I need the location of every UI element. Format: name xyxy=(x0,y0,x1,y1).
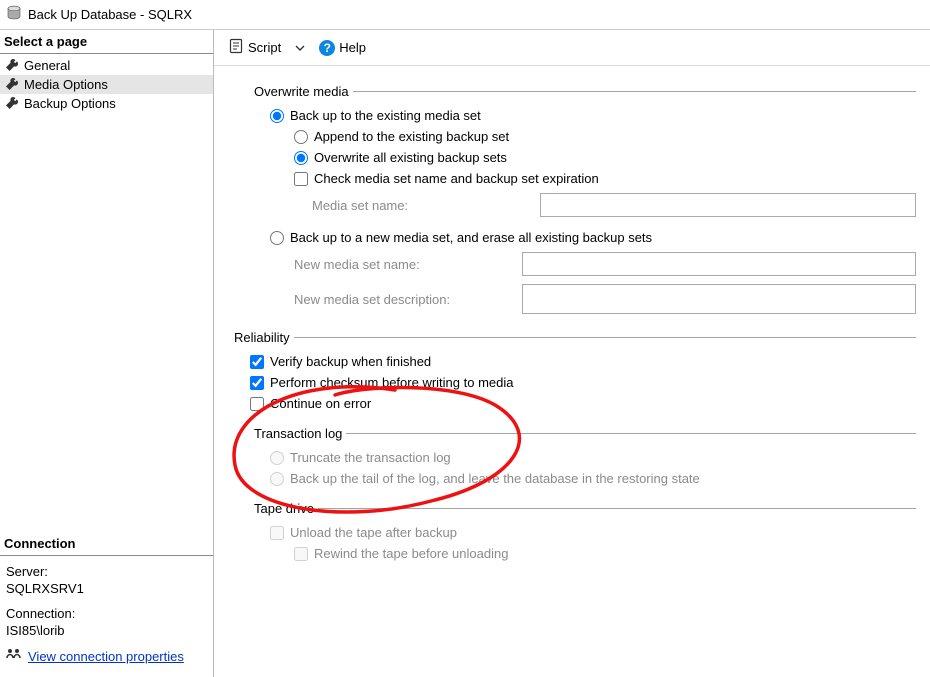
overwrite-media-legend: Overwrite media xyxy=(254,84,353,99)
connection-props-icon xyxy=(6,648,22,665)
new-media-name-label: New media set name: xyxy=(294,257,514,272)
check-perform-checksum[interactable]: Perform checksum before writing to media xyxy=(234,372,916,393)
script-icon xyxy=(228,38,244,57)
radio-new-media-set[interactable]: Back up to a new media set, and erase al… xyxy=(254,227,916,248)
toolbar: Script ? Help xyxy=(214,30,930,66)
content-area: Script ? Help Overwrite media Back up to… xyxy=(214,30,930,677)
new-media-desc-row: New media set description: xyxy=(254,280,916,318)
server-label: Server: xyxy=(4,562,209,581)
new-media-name-input[interactable] xyxy=(522,252,916,276)
sidebar: Select a page General Media Options Back… xyxy=(0,30,214,677)
help-button[interactable]: ? Help xyxy=(315,38,370,58)
select-page-heading: Select a page xyxy=(0,30,213,54)
transaction-log-legend: Transaction log xyxy=(254,426,346,441)
sidebar-item-media-options[interactable]: Media Options xyxy=(0,75,213,94)
help-button-label: Help xyxy=(339,40,366,55)
check-verify-backup[interactable]: Verify backup when finished xyxy=(234,351,916,372)
connection-info: Server: SQLRXSRV1 Connection: ISI85\lori… xyxy=(0,556,213,677)
radio-append-existing[interactable]: Append to the existing backup set xyxy=(254,126,916,147)
check-unload-tape: Unload the tape after backup xyxy=(254,522,916,543)
tape-drive-legend: Tape drive xyxy=(254,501,318,516)
sidebar-item-label: Backup Options xyxy=(24,96,116,111)
wrench-icon xyxy=(6,59,20,73)
media-set-name-input[interactable] xyxy=(540,193,916,217)
connection-label: Connection: xyxy=(4,604,209,623)
radio-truncate-log: Truncate the transaction log xyxy=(254,447,916,468)
database-icon xyxy=(6,5,28,24)
script-button[interactable]: Script xyxy=(224,36,285,59)
titlebar: Back Up Database - SQLRX xyxy=(0,0,930,30)
new-media-desc-label: New media set description: xyxy=(294,292,514,307)
media-set-name-row: Media set name: xyxy=(254,189,916,221)
sidebar-item-label: General xyxy=(24,58,70,73)
check-media-set-name[interactable]: Check media set name and backup set expi… xyxy=(254,168,916,189)
wrench-icon xyxy=(6,78,20,92)
new-media-name-row: New media set name: xyxy=(254,248,916,280)
tape-drive-group: Tape drive Unload the tape after backup … xyxy=(254,501,916,568)
sidebar-item-label: Media Options xyxy=(24,77,108,92)
sidebar-item-general[interactable]: General xyxy=(0,56,213,75)
check-continue-on-error[interactable]: Continue on error xyxy=(234,393,916,414)
media-set-name-label: Media set name: xyxy=(312,198,532,213)
script-dropdown[interactable] xyxy=(291,43,309,53)
sidebar-item-backup-options[interactable]: Backup Options xyxy=(0,94,213,113)
overwrite-media-group: Overwrite media Back up to the existing … xyxy=(254,84,916,322)
transaction-log-group: Transaction log Truncate the transaction… xyxy=(254,426,916,493)
radio-backup-tail: Back up the tail of the log, and leave t… xyxy=(254,468,916,489)
view-connection-properties-link[interactable]: View connection properties xyxy=(28,649,184,664)
server-value: SQLRXSRV1 xyxy=(4,581,209,604)
radio-overwrite-all[interactable]: Overwrite all existing backup sets xyxy=(254,147,916,168)
connection-heading: Connection xyxy=(0,532,213,556)
script-button-label: Script xyxy=(248,40,281,55)
reliability-group: Reliability Verify backup when finished … xyxy=(234,330,916,418)
reliability-legend: Reliability xyxy=(234,330,294,345)
media-options-panel: Overwrite media Back up to the existing … xyxy=(214,66,930,590)
radio-existing-media-set[interactable]: Back up to the existing media set xyxy=(254,105,916,126)
page-list: General Media Options Backup Options xyxy=(0,54,213,115)
check-rewind-tape: Rewind the tape before unloading xyxy=(254,543,916,564)
help-icon: ? xyxy=(319,40,335,56)
connection-value: ISI85\lorib xyxy=(4,623,209,646)
window-title: Back Up Database - SQLRX xyxy=(28,7,192,22)
new-media-desc-input[interactable] xyxy=(522,284,916,314)
chevron-down-icon xyxy=(295,43,305,53)
wrench-icon xyxy=(6,97,20,111)
